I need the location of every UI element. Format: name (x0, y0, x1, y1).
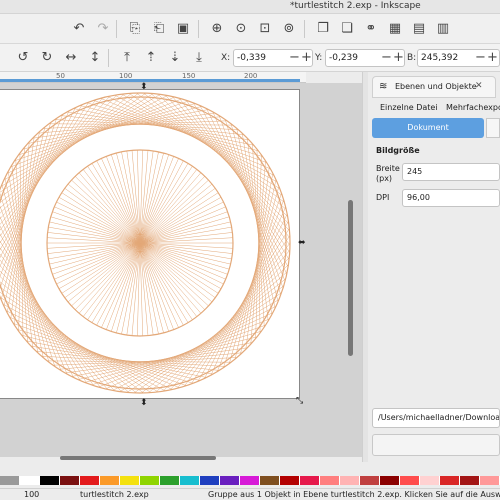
color-palette[interactable] (0, 476, 500, 487)
title-bar: *turtlestitch 2.exp - Inkscape (0, 0, 500, 14)
image-size-heading: Bildgröße (376, 146, 420, 155)
document-button[interactable]: Dokument (372, 118, 484, 138)
undo-icon[interactable]: ↶ (70, 20, 88, 38)
width-px-input[interactable]: 245 (402, 163, 500, 181)
separator (304, 20, 305, 38)
zoom-width-icon[interactable]: ⊚ (280, 20, 298, 38)
color-swatch[interactable] (320, 476, 340, 485)
clone-icon[interactable]: ❏ (338, 20, 356, 38)
color-swatch[interactable] (280, 476, 300, 485)
unlink-icon[interactable]: ⚭ (362, 20, 380, 38)
export-button[interactable] (372, 434, 500, 456)
panel-tab-label: Ebenen und Objekte (395, 82, 477, 91)
layers-icon: ≋ (379, 81, 388, 92)
dpi-label: DPI (376, 193, 390, 202)
y-input[interactable] (329, 52, 381, 64)
panel-tab[interactable]: ≋ Ebenen und Objekte ✕ (372, 76, 496, 98)
layer-name[interactable]: turtlestitch 2.exp (80, 490, 149, 499)
tool-controls-bar: ↺ ↻ ↔ ↕ ⤒ ⇡ ⇣ ⤓ X: − + Y: − + B: − + (0, 44, 500, 72)
selection-button[interactable] (486, 118, 500, 138)
x-field[interactable]: − + (233, 49, 313, 67)
horizontal-scrollbar[interactable] (60, 456, 216, 460)
canvas-area[interactable]: ⬍ ⬌ ⬍ ⤡ (0, 83, 362, 457)
y-label: Y: (315, 53, 323, 63)
lower-to-bottom-icon[interactable]: ⤓ (190, 49, 208, 67)
width-label: B: (407, 53, 417, 63)
window-title: *turtlestitch 2.exp - Inkscape (290, 1, 421, 11)
flip-vertical-icon[interactable]: ↕ (86, 49, 104, 67)
color-swatch[interactable] (360, 476, 380, 485)
vertical-scrollbar[interactable] (348, 200, 353, 356)
align-icon[interactable]: ▥ (434, 20, 452, 38)
close-icon[interactable]: ✕ (475, 81, 483, 91)
color-swatch[interactable] (300, 476, 320, 485)
color-swatch[interactable] (0, 476, 20, 485)
plus-icon[interactable]: + (300, 50, 313, 66)
color-swatch[interactable] (240, 476, 260, 485)
status-bar: 100 turtlestitch 2.exp Gruppe aus 1 Obje… (0, 488, 500, 500)
scale-handle-right[interactable]: ⬌ (298, 239, 306, 248)
x-label: X: (221, 53, 231, 63)
y-field[interactable]: − + (325, 49, 405, 67)
color-swatch[interactable] (100, 476, 120, 485)
spirograph-drawing[interactable] (0, 90, 300, 400)
color-swatch[interactable] (140, 476, 160, 485)
x-input[interactable] (237, 52, 289, 64)
dpi-input[interactable]: 96,00 (402, 189, 500, 207)
separator (198, 20, 199, 38)
color-swatch[interactable] (60, 476, 80, 485)
status-message: Gruppe aus 1 Objekt in Ebene turtlestitc… (208, 490, 500, 499)
color-swatch[interactable] (220, 476, 240, 485)
width-input[interactable] (421, 52, 473, 64)
color-swatch[interactable] (480, 476, 500, 485)
color-swatch[interactable] (340, 476, 360, 485)
document-page (0, 89, 300, 399)
tab-batch-export[interactable]: Mehrfachexport (446, 100, 500, 116)
color-swatch[interactable] (460, 476, 480, 485)
scale-handle-top[interactable]: ⬍ (140, 83, 148, 92)
raise-icon[interactable]: ⇡ (142, 49, 160, 67)
copy-icon[interactable]: ⎘ (126, 20, 144, 38)
lower-icon[interactable]: ⇣ (166, 49, 184, 67)
zoom-value[interactable]: 100 (24, 490, 39, 499)
ruler-selection-indicator (0, 79, 300, 82)
rotate-ccw-icon[interactable]: ↺ (14, 49, 32, 67)
color-swatch[interactable] (200, 476, 220, 485)
color-swatch[interactable] (380, 476, 400, 485)
export-path-field[interactable]: /Users/michaelladner/Downloads/ (372, 408, 500, 428)
color-swatch[interactable] (80, 476, 100, 485)
plus-icon[interactable]: + (392, 50, 405, 66)
color-swatch[interactable] (120, 476, 140, 485)
separator (116, 20, 117, 38)
color-swatch[interactable] (420, 476, 440, 485)
color-swatch[interactable] (40, 476, 60, 485)
zoom-drawing-icon[interactable]: ⊙ (232, 20, 250, 38)
clipboard-icon[interactable]: ▣ (174, 20, 192, 38)
paste-icon[interactable]: ⎗ (150, 20, 168, 38)
color-swatch[interactable] (440, 476, 460, 485)
width-field[interactable]: − + (417, 49, 500, 67)
scale-handle-bottom[interactable]: ⬍ (140, 399, 148, 408)
redo-icon[interactable]: ↷ (94, 20, 112, 38)
separator (108, 49, 109, 67)
width-px-label: Breite (px) (376, 164, 400, 183)
group-icon[interactable]: ▦ (386, 20, 404, 38)
flip-horizontal-icon[interactable]: ↔ (62, 49, 80, 67)
tab-single-file[interactable]: Einzelne Datei (380, 100, 438, 116)
raise-to-top-icon[interactable]: ⤒ (118, 49, 136, 67)
plus-icon[interactable]: + (486, 50, 499, 66)
color-swatch[interactable] (260, 476, 280, 485)
rotate-cw-icon[interactable]: ↻ (38, 49, 56, 67)
ungroup-icon[interactable]: ▤ (410, 20, 428, 38)
zoom-page-icon[interactable]: ⊡ (256, 20, 274, 38)
scale-handle-corner[interactable]: ⤡ (296, 397, 303, 406)
commands-bar: ↶ ↷ ⎘ ⎗ ▣ ⊕ ⊙ ⊡ ⊚ ❐ ❏ ⚭ ▦ ▤ ▥ (0, 14, 500, 44)
color-swatch[interactable] (180, 476, 200, 485)
export-panel: ≋ Ebenen und Objekte ✕ Einzelne Datei Me… (368, 72, 500, 462)
color-swatch[interactable] (400, 476, 420, 485)
zoom-selection-icon[interactable]: ⊕ (208, 20, 226, 38)
duplicate-icon[interactable]: ❐ (314, 20, 332, 38)
color-swatch[interactable] (20, 476, 40, 485)
color-swatch[interactable] (160, 476, 180, 485)
